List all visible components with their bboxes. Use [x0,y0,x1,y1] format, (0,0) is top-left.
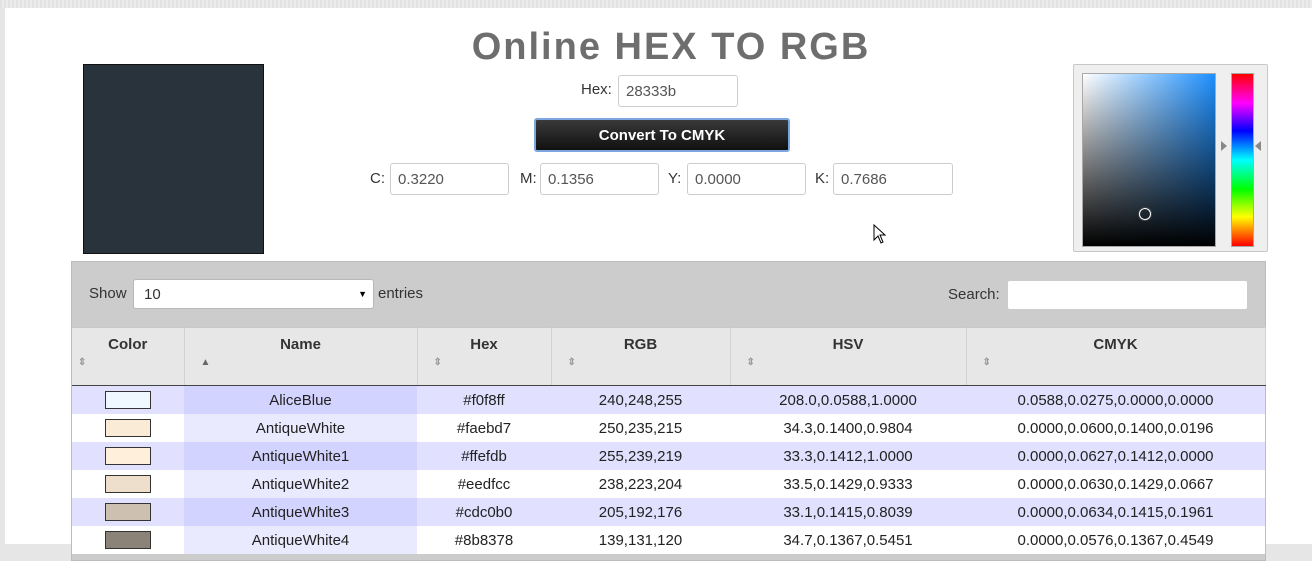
table-row[interactable]: AntiqueWhite #faebd7 250,235,215 34.3,0.140… [72,414,1265,442]
color-cell [72,470,184,498]
cmyk-cell: 0.0000,0.0630,0.1429,0.0667 [966,470,1265,498]
color-chip [105,447,151,466]
name-cell: AntiqueWhite4 [184,526,417,554]
dropdown-arrow-icon: ▼ [358,289,367,299]
table-row[interactable]: AntiqueWhite1 #ffefdb 255,239,219 33.3,0.14… [72,442,1265,470]
yellow-label: Y: [668,170,682,187]
color-picker[interactable] [1073,64,1268,252]
color-cell [72,385,184,414]
hsv-cell: 33.3,0.1412,1.0000 [730,442,966,470]
top-border-strip [0,0,1312,8]
show-label: Show [89,285,127,302]
hue-arrow-right-icon [1255,141,1261,151]
color-cell [72,442,184,470]
hex-cell: #8b8378 [417,526,551,554]
page-title: Online HEX TO RGB [471,26,871,68]
name-cell: AliceBlue [184,385,417,414]
hex-cell: #cdc0b0 [417,498,551,526]
convert-to-cmyk-button[interactable]: Convert To CMYK [534,118,790,152]
table-row[interactable]: AntiqueWhite3 #cdc0b0 205,192,176 33.1,0.14… [72,498,1265,526]
hex-cell: #ffefdb [417,442,551,470]
color-cell [72,526,184,554]
rgb-cell: 205,192,176 [551,498,730,526]
hex-cell: #eedfcc [417,470,551,498]
cmyk-cell: 0.0000,0.0600,0.1400,0.0196 [966,414,1265,442]
hex-cell: #faebd7 [417,414,551,442]
hsv-cell: 34.7,0.1367,0.5451 [730,526,966,554]
table-row[interactable]: AntiqueWhite4 #8b8378 139,131,120 34.7,0.13… [72,526,1265,554]
entries-select[interactable]: 10 ▼ [133,279,374,309]
key-input[interactable] [833,163,953,195]
color-chip [105,503,151,522]
magenta-label: M: [520,170,537,187]
color-table: Color ⇕ Name ▲ Hex ⇕ RGB ⇕ HSV ⇕ CMYK ⇕ AliceB… [72,327,1266,554]
name-cell: AntiqueWhite3 [184,498,417,526]
hue-arrow-left-icon [1221,141,1227,151]
color-cell [72,498,184,526]
color-chip [105,419,151,438]
sort-ascending-icon: ▲ [200,357,211,368]
rgb-cell: 250,235,215 [551,414,730,442]
hex-input[interactable] [618,75,738,107]
rgb-cell: 255,239,219 [551,442,730,470]
key-label: K: [815,170,830,187]
cyan-input[interactable] [390,163,509,195]
cmyk-cell: 0.0000,0.0627,0.1412,0.0000 [966,442,1265,470]
name-cell: AntiqueWhite2 [184,470,417,498]
column-header-hsv[interactable]: HSV ⇕ [730,327,967,386]
name-cell: AntiqueWhite [184,414,417,442]
color-preview-swatch [83,64,264,254]
hsv-cell: 34.3,0.1400,0.9804 [730,414,966,442]
column-header-hex[interactable]: Hex ⇕ [417,327,552,386]
cyan-label: C: [370,170,385,187]
magenta-input[interactable] [540,163,659,195]
color-chip [105,391,151,410]
rgb-cell: 139,131,120 [551,526,730,554]
color-chip [105,475,151,494]
color-cell [72,414,184,442]
sort-icon: ⇕ [78,357,87,368]
cmyk-cell: 0.0588,0.0275,0.0000,0.0000 [966,385,1265,414]
table-row[interactable]: AntiqueWhite2 #eedfcc 238,223,204 33.5,0.14… [72,470,1265,498]
entries-select-value: 10 [144,286,161,303]
column-header-rgb[interactable]: RGB ⇕ [551,327,731,386]
column-header-color[interactable]: Color ⇕ [72,327,185,386]
sort-icon: ⇕ [433,357,442,368]
hue-slider[interactable] [1231,73,1254,247]
column-header-name[interactable]: Name ▲ [184,327,418,386]
rgb-cell: 238,223,204 [551,470,730,498]
hsv-cell: 208.0,0.0588,1.0000 [730,385,966,414]
cmyk-cell: 0.0000,0.0576,0.1367,0.4549 [966,526,1265,554]
saturation-value-field[interactable] [1082,73,1216,247]
sort-icon: ⇕ [982,357,991,368]
sort-icon: ⇕ [567,357,576,368]
mouse-pointer-icon [873,224,887,244]
yellow-input[interactable] [687,163,806,195]
picker-handle[interactable] [1139,208,1151,220]
hex-label: Hex: [581,81,612,98]
color-chip [105,531,151,550]
color-table-panel: Show 10 ▼ entries Search: Color ⇕ Name ▲ H… [71,261,1266,561]
name-cell: AntiqueWhite1 [184,442,417,470]
search-input[interactable] [1007,280,1248,310]
entries-label: entries [378,285,424,302]
sort-icon: ⇕ [746,357,755,368]
column-header-cmyk[interactable]: CMYK ⇕ [966,327,1266,386]
hex-cell: #f0f8ff [417,385,551,414]
cmyk-cell: 0.0000,0.0634,0.1415,0.1961 [966,498,1265,526]
search-label: Search: [948,286,1000,303]
hsv-cell: 33.1,0.1415,0.8039 [730,498,966,526]
page-container: Online HEX TO RGB Hex: Convert To CMYK C… [5,8,1312,561]
hsv-cell: 33.5,0.1429,0.9333 [730,470,966,498]
table-row[interactable]: AliceBlue #f0f8ff 240,248,255 208.0,0.0588,… [72,385,1265,414]
rgb-cell: 240,248,255 [551,385,730,414]
